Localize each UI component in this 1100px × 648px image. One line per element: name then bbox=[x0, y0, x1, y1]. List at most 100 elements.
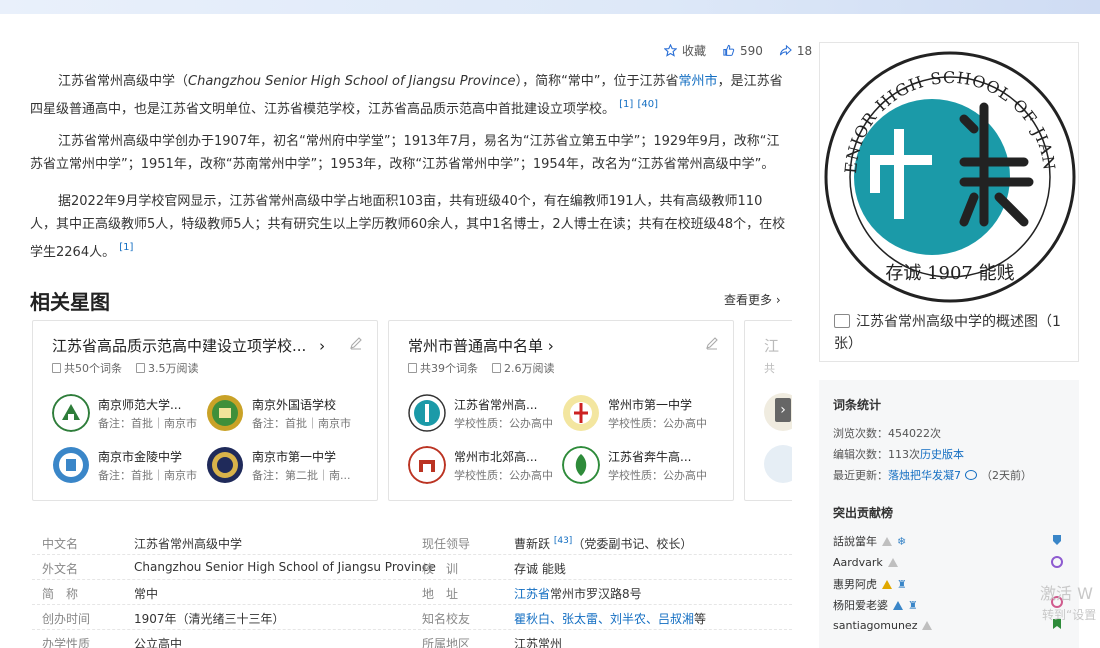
entry-note: 备注：第二批｜南... bbox=[252, 469, 351, 482]
reference-link[interactable]: [1] bbox=[619, 99, 633, 110]
entry-note: 备注：首批｜南京市 bbox=[98, 417, 197, 430]
info-value: 常中 bbox=[134, 587, 159, 601]
province-link[interactable]: 江苏省 bbox=[514, 587, 550, 601]
edit-count: 编辑次数：113次历史版本 bbox=[833, 448, 964, 461]
like-count: 590 bbox=[740, 43, 763, 58]
card-title[interactable]: 江苏省高品质示范高中建设立项学校... › bbox=[52, 335, 325, 356]
share-count: 18 bbox=[796, 43, 813, 58]
last-update: 最近更新：落烛把华发凝7 （2天前） bbox=[833, 469, 1032, 482]
contributor-item[interactable]: 話說當年 ❄ bbox=[833, 533, 906, 549]
shield-badge-icon bbox=[1053, 535, 1061, 545]
changzhou-no1-logo-icon bbox=[563, 395, 599, 431]
see-more-link[interactable]: 查看更多 › bbox=[724, 291, 781, 308]
list-item[interactable]: 江苏省常州高... 学校性质：公办高中 bbox=[408, 393, 560, 435]
badge-icon: ❄ bbox=[897, 534, 907, 548]
intro-text: ），简称“常中”，位于江苏省 bbox=[515, 74, 679, 89]
entry-note: 备注：首批｜南京市 bbox=[98, 469, 197, 482]
school-emblem-image[interactable]: CHANGZHOU SENIOR HIGH SCHOOL OF JIANGSU … bbox=[824, 47, 1076, 305]
list-item[interactable]: 南京市第一中学 备注：第二批｜南... bbox=[206, 445, 358, 487]
contributor-item[interactable]: 惠男阿虎 ♜ bbox=[833, 576, 907, 592]
chevron-right-icon: › bbox=[780, 402, 786, 418]
nanjing-no1-logo-icon bbox=[207, 447, 243, 483]
book-icon bbox=[136, 363, 145, 373]
related-section-title: 相关星图 bbox=[30, 290, 110, 314]
intro-paragraph-3: 据2022年9月学校官网显示，江苏省常州高级中学占地面积103亩，共有班级40个… bbox=[30, 190, 788, 264]
related-card[interactable]: 常州市普通高中名单 › 共39个词条 2.6万阅读 江苏省常州高... 学校性质… bbox=[388, 320, 734, 501]
benniu-logo-icon bbox=[562, 446, 600, 484]
level-icon bbox=[922, 621, 933, 630]
caption-text: 江苏省常州高级中学的概述图（1张） bbox=[834, 314, 1061, 352]
contributor-item[interactable]: santiagomunez bbox=[833, 619, 933, 632]
action-bar: 收藏 590 18 bbox=[664, 42, 812, 59]
contributor-item[interactable]: Aardvark bbox=[833, 556, 898, 569]
contributor-item[interactable]: 杨阳爱老婆 ♜ bbox=[833, 597, 918, 613]
editor-avatar-icon bbox=[965, 470, 977, 480]
updater-link[interactable]: 落烛把华发凝7 bbox=[888, 469, 961, 482]
level-icon bbox=[882, 579, 892, 589]
list-item[interactable]: 南京市金陵中学 备注：首批｜南京市 bbox=[52, 445, 204, 487]
level-icon bbox=[893, 600, 903, 610]
entry-count: 共39个词条 bbox=[408, 360, 478, 376]
scroll-right-button[interactable]: › bbox=[775, 398, 791, 422]
os-activation-watermark: 转到“设置 bbox=[1042, 608, 1097, 622]
info-key: 外文名 bbox=[42, 562, 79, 576]
info-value: 江苏省常州市罗汉路8号 bbox=[514, 587, 642, 601]
collect-button[interactable]: 收藏 bbox=[664, 42, 706, 59]
reference-link[interactable]: [1] bbox=[119, 242, 133, 253]
nfls-logo-icon bbox=[207, 395, 243, 431]
info-key: 创办时间 bbox=[42, 612, 91, 626]
card-title[interactable]: 常州市普通高中名单 › bbox=[408, 335, 554, 356]
read-count: 2.6万阅读 bbox=[492, 360, 555, 376]
level-icon bbox=[887, 558, 898, 567]
table-row: 外文名 Changzhou Senior High School of Jian… bbox=[32, 555, 792, 580]
reference-link[interactable]: [43] bbox=[554, 536, 572, 546]
changzhou-high-logo-icon bbox=[408, 394, 446, 432]
list-icon bbox=[52, 363, 61, 373]
english-name: Changzhou Senior High School of Jiangsu … bbox=[188, 74, 516, 89]
read-count: 3.5万阅读 bbox=[136, 360, 199, 376]
thumbs-up-icon bbox=[723, 44, 735, 56]
top-banner bbox=[0, 0, 1100, 14]
history-link[interactable]: 历史版本 bbox=[920, 448, 964, 461]
star-icon bbox=[664, 44, 677, 57]
info-value: 1907年（清光绪三十三年） bbox=[134, 612, 285, 626]
entry-name: 南京市金陵中学 bbox=[98, 450, 183, 464]
edit-icon[interactable] bbox=[705, 336, 719, 350]
list-item[interactable]: 常州市第一中学 学校性质：公办高中 bbox=[562, 393, 714, 435]
info-key: 地 址 bbox=[422, 587, 459, 601]
contributors-title: 突出贡献榜 bbox=[833, 506, 894, 520]
summary-image-card[interactable]: CHANGZHOU SENIOR HIGH SCHOOL OF JIANGSU … bbox=[819, 42, 1079, 362]
card-meta: 共39个词条 2.6万阅读 bbox=[408, 360, 555, 376]
reference-link[interactable]: [40] bbox=[637, 99, 658, 110]
list-icon bbox=[408, 363, 417, 373]
info-value: Changzhou Senior High School of Jiangsu … bbox=[134, 560, 436, 574]
list-item[interactable]: 江苏省奔牛高... 学校性质：公办高中 bbox=[562, 445, 714, 487]
entry-name: 江苏省常州高... bbox=[454, 398, 538, 412]
edit-icon[interactable] bbox=[349, 336, 363, 350]
like-button[interactable]: 590 bbox=[722, 42, 763, 59]
list-item[interactable]: 南京外国语学校 备注：首批｜南京市 bbox=[206, 393, 358, 435]
nnu-logo-icon bbox=[52, 394, 90, 432]
related-cards: 江苏省高品质示范高中建设立项学校... › 共50个词条 3.5万阅读 南京师范… bbox=[32, 320, 792, 502]
card-title[interactable]: 江 bbox=[764, 335, 779, 356]
collect-label: 收藏 bbox=[682, 44, 707, 58]
intro-text: 江苏省常州高级中学（ bbox=[58, 74, 189, 89]
entry-note: 备注：首批｜南京市 bbox=[252, 417, 351, 430]
entry-stats-panel: 词条统计 浏览次数：454022次 编辑次数：113次历史版本 最近更新：落烛把… bbox=[819, 380, 1079, 648]
image-caption[interactable]: 江苏省常州高级中学的概述图（1张） bbox=[834, 311, 1070, 355]
entry-note: 学校性质：公办高中 bbox=[608, 469, 707, 482]
list-item[interactable]: 常州市北郊高... 学校性质：公办高中 bbox=[408, 445, 560, 487]
badge-icon: ♜ bbox=[897, 577, 907, 591]
changzhou-link[interactable]: 常州市 bbox=[679, 74, 718, 89]
share-icon bbox=[779, 44, 792, 56]
share-button[interactable]: 18 bbox=[779, 42, 812, 59]
list-item[interactable]: 南京师范大学... 备注：首批｜南京市 bbox=[52, 393, 204, 435]
intro-paragraph-2: 江苏省常州高级中学创办于1907年，初名“常州府中学堂”；1913年7月，易名为… bbox=[30, 134, 780, 172]
entry-count: 共50个词条 bbox=[52, 360, 122, 376]
related-card[interactable]: 江苏省高品质示范高中建设立项学校... › 共50个词条 3.5万阅读 南京师范… bbox=[32, 320, 378, 501]
card-title-text: 常州市普通高中名单 bbox=[408, 337, 544, 355]
level-icon bbox=[882, 536, 892, 546]
medal-badge-icon bbox=[1051, 556, 1063, 568]
alumni-links[interactable]: 瞿秋白、张太雷、刘半农、吕叔湘 bbox=[514, 612, 694, 626]
chevron-right-icon: › bbox=[775, 293, 781, 307]
